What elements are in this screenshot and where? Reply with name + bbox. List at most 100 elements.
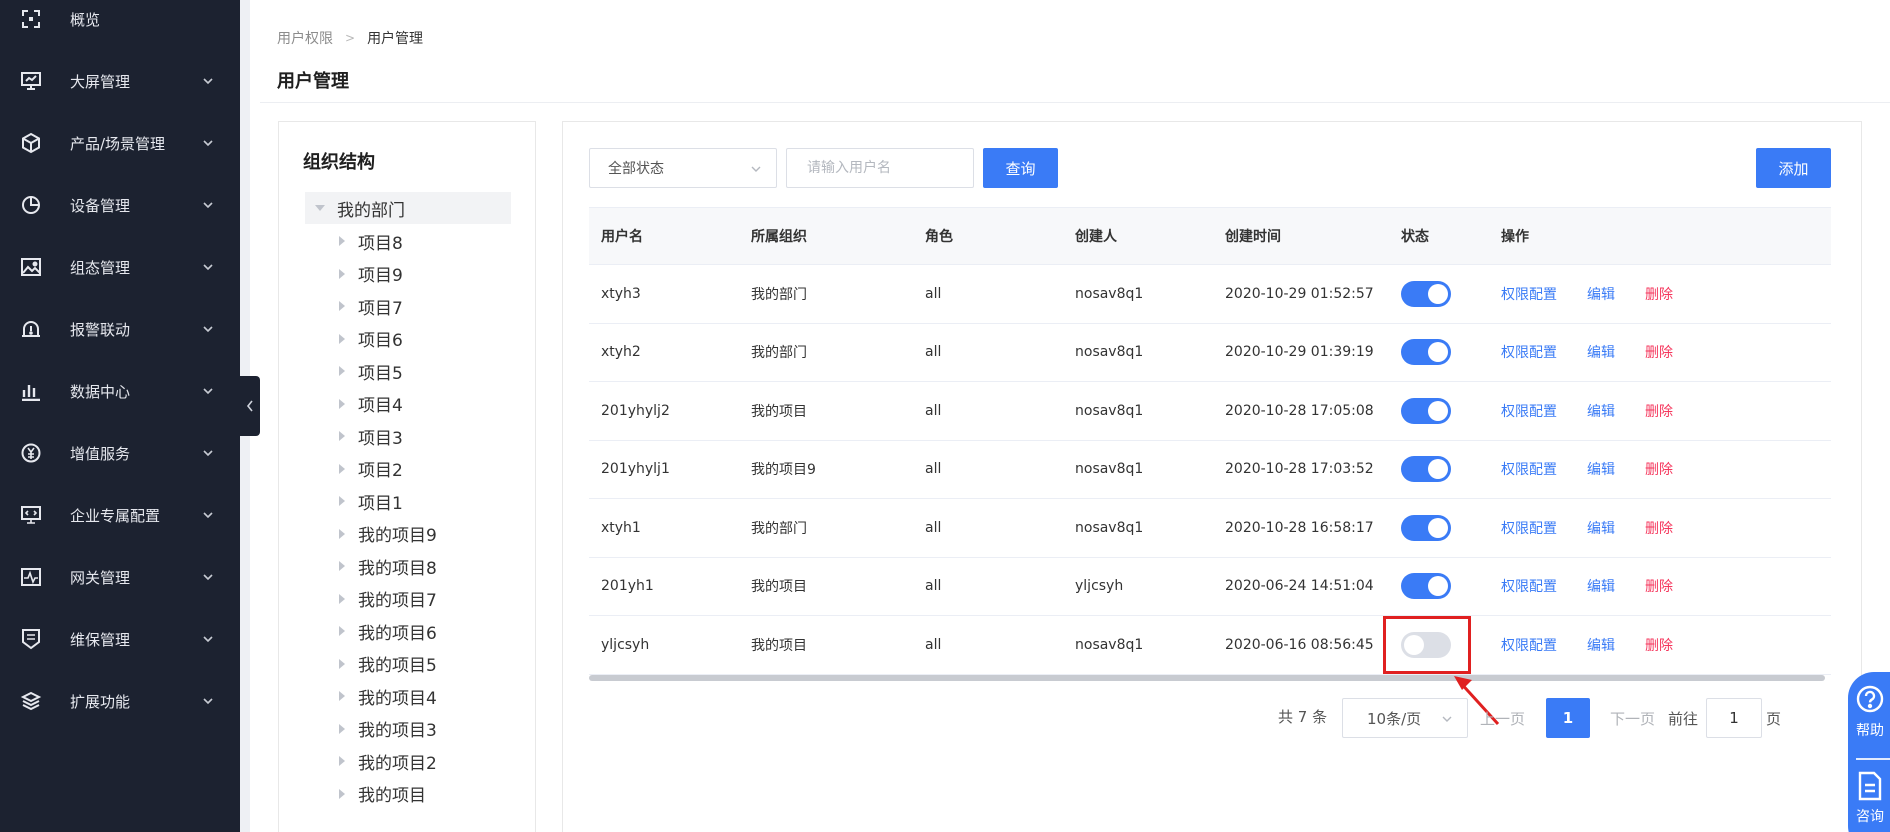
- permission-config-link[interactable]: 权限配置: [1501, 404, 1557, 420]
- chevron-down-icon: [1442, 716, 1452, 722]
- delete-link[interactable]: 删除: [1645, 404, 1673, 420]
- tree-node[interactable]: 我的项目2: [339, 747, 437, 775]
- sidebar-item-overview[interactable]: 概览: [0, 0, 240, 50]
- tree-node[interactable]: 我的项目3: [339, 715, 437, 743]
- consult-button[interactable]: 咨询: [1848, 770, 1890, 826]
- sidebar-item-screen[interactable]: 大屏管理: [0, 50, 240, 112]
- sidebar-item-gateway[interactable]: 网关管理: [0, 546, 240, 608]
- sidebar-collapse-button[interactable]: [240, 376, 260, 436]
- delete-link[interactable]: 删除: [1645, 462, 1673, 478]
- help-label: 帮助: [1856, 723, 1884, 739]
- permission-config-link[interactable]: 权限配置: [1501, 287, 1557, 303]
- caret-right-icon[interactable]: [339, 333, 345, 344]
- caret-right-icon[interactable]: [339, 561, 345, 571]
- tree-node[interactable]: 项目1: [339, 487, 403, 515]
- status-select[interactable]: 全部状态: [589, 148, 777, 188]
- delete-link[interactable]: 删除: [1645, 579, 1673, 595]
- creator-cell: nosav8q1: [1075, 344, 1144, 361]
- status-toggle[interactable]: [1401, 514, 1451, 541]
- prev-page-button[interactable]: 上一页: [1480, 708, 1525, 729]
- tree-root-node[interactable]: 我的部门: [305, 192, 511, 224]
- caret-right-icon[interactable]: [339, 756, 345, 766]
- tree-node[interactable]: 我的项目4: [339, 682, 437, 710]
- tree-node[interactable]: 项目4: [339, 390, 403, 418]
- tree-node-label: 我的项目4: [358, 688, 437, 709]
- tree-node[interactable]: 项目7: [339, 292, 403, 320]
- caret-right-icon[interactable]: [339, 593, 345, 604]
- sidebar-item-label: 概览: [70, 10, 101, 29]
- tree-node[interactable]: 项目8: [339, 227, 403, 255]
- help-button[interactable]: 帮助: [1848, 684, 1890, 740]
- ops-cell: 权限配置 编辑 删除: [1501, 576, 1703, 596]
- status-toggle[interactable]: [1401, 280, 1451, 307]
- edit-link[interactable]: 编辑: [1587, 579, 1615, 595]
- caret-right-icon[interactable]: [339, 691, 345, 701]
- caret-right-icon[interactable]: [339, 658, 345, 669]
- edit-link[interactable]: 编辑: [1587, 521, 1615, 537]
- tree-node[interactable]: 我的项目9: [339, 520, 437, 548]
- caret-down-icon[interactable]: [315, 205, 325, 211]
- tree-node[interactable]: 我的项目8: [339, 552, 437, 580]
- tree-node[interactable]: 项目9: [339, 260, 403, 288]
- sidebar-item-config[interactable]: 组态管理: [0, 236, 240, 298]
- permission-config-link[interactable]: 权限配置: [1501, 521, 1557, 537]
- caret-right-icon[interactable]: [339, 496, 345, 506]
- sidebar-item-product[interactable]: 产品/场景管理: [0, 112, 240, 174]
- sidebar-item-data[interactable]: 数据中心: [0, 360, 240, 422]
- caret-right-icon[interactable]: [339, 788, 345, 799]
- goto-page-input[interactable]: [1706, 698, 1762, 738]
- sidebar-item-value-added[interactable]: 增值服务: [0, 422, 240, 484]
- status-toggle[interactable]: [1401, 397, 1451, 424]
- page-number-current[interactable]: 1: [1546, 698, 1590, 738]
- caret-right-icon[interactable]: [339, 723, 345, 734]
- creator-cell: nosav8q1: [1075, 519, 1144, 536]
- caret-right-icon[interactable]: [339, 236, 345, 246]
- edit-link[interactable]: 编辑: [1587, 404, 1615, 420]
- delete-link[interactable]: 删除: [1645, 345, 1673, 361]
- caret-right-icon[interactable]: [339, 626, 345, 636]
- tree-node[interactable]: 我的项目6: [339, 617, 437, 645]
- caret-right-icon[interactable]: [339, 301, 345, 311]
- query-button[interactable]: 查询: [983, 148, 1058, 188]
- sidebar-item-extensions[interactable]: 扩展功能: [0, 670, 240, 732]
- delete-link[interactable]: 删除: [1645, 638, 1673, 654]
- breadcrumb-parent[interactable]: 用户权限: [277, 28, 333, 48]
- caret-right-icon[interactable]: [339, 528, 345, 539]
- tree-node[interactable]: 项目3: [339, 422, 403, 450]
- sidebar-item-device[interactable]: 设备管理: [0, 174, 240, 236]
- tree-node[interactable]: 项目2: [339, 455, 403, 483]
- tree-node[interactable]: 我的项目7: [339, 585, 437, 613]
- permission-config-link[interactable]: 权限配置: [1501, 345, 1557, 361]
- sidebar-item-maintenance[interactable]: 维保管理: [0, 608, 240, 670]
- horizontal-scrollbar[interactable]: [589, 675, 1825, 681]
- chevron-down-icon: [203, 636, 213, 643]
- tree-node[interactable]: 我的项目: [339, 780, 426, 808]
- permission-config-link[interactable]: 权限配置: [1501, 579, 1557, 595]
- caret-right-icon[interactable]: [339, 431, 345, 441]
- edit-link[interactable]: 编辑: [1587, 287, 1615, 303]
- status-toggle[interactable]: [1401, 573, 1451, 600]
- delete-link[interactable]: 删除: [1645, 287, 1673, 303]
- edit-link[interactable]: 编辑: [1587, 638, 1615, 654]
- tree-node[interactable]: 我的项目5: [339, 650, 437, 678]
- status-toggle[interactable]: [1401, 339, 1451, 366]
- add-user-button[interactable]: 添加: [1756, 148, 1831, 188]
- caret-right-icon[interactable]: [339, 398, 345, 409]
- edit-link[interactable]: 编辑: [1587, 462, 1615, 478]
- status-toggle[interactable]: [1401, 456, 1451, 483]
- next-page-button[interactable]: 下一页: [1610, 708, 1655, 729]
- delete-link[interactable]: 删除: [1645, 521, 1673, 537]
- edit-link[interactable]: 编辑: [1587, 345, 1615, 361]
- permission-config-link[interactable]: 权限配置: [1501, 638, 1557, 654]
- username-search-input[interactable]: [786, 148, 974, 188]
- sidebar-item-enterprise[interactable]: 企业专属配置: [0, 484, 240, 546]
- sidebar-item-alarm[interactable]: 报警联动: [0, 298, 240, 360]
- cube-icon: [20, 132, 42, 154]
- caret-right-icon[interactable]: [339, 463, 345, 474]
- tree-node[interactable]: 项目6: [339, 325, 403, 353]
- permission-config-link[interactable]: 权限配置: [1501, 462, 1557, 478]
- tree-node[interactable]: 项目5: [339, 357, 403, 385]
- caret-right-icon[interactable]: [339, 268, 345, 279]
- caret-right-icon[interactable]: [339, 366, 345, 376]
- page-size-select[interactable]: 10条/页: [1342, 698, 1468, 738]
